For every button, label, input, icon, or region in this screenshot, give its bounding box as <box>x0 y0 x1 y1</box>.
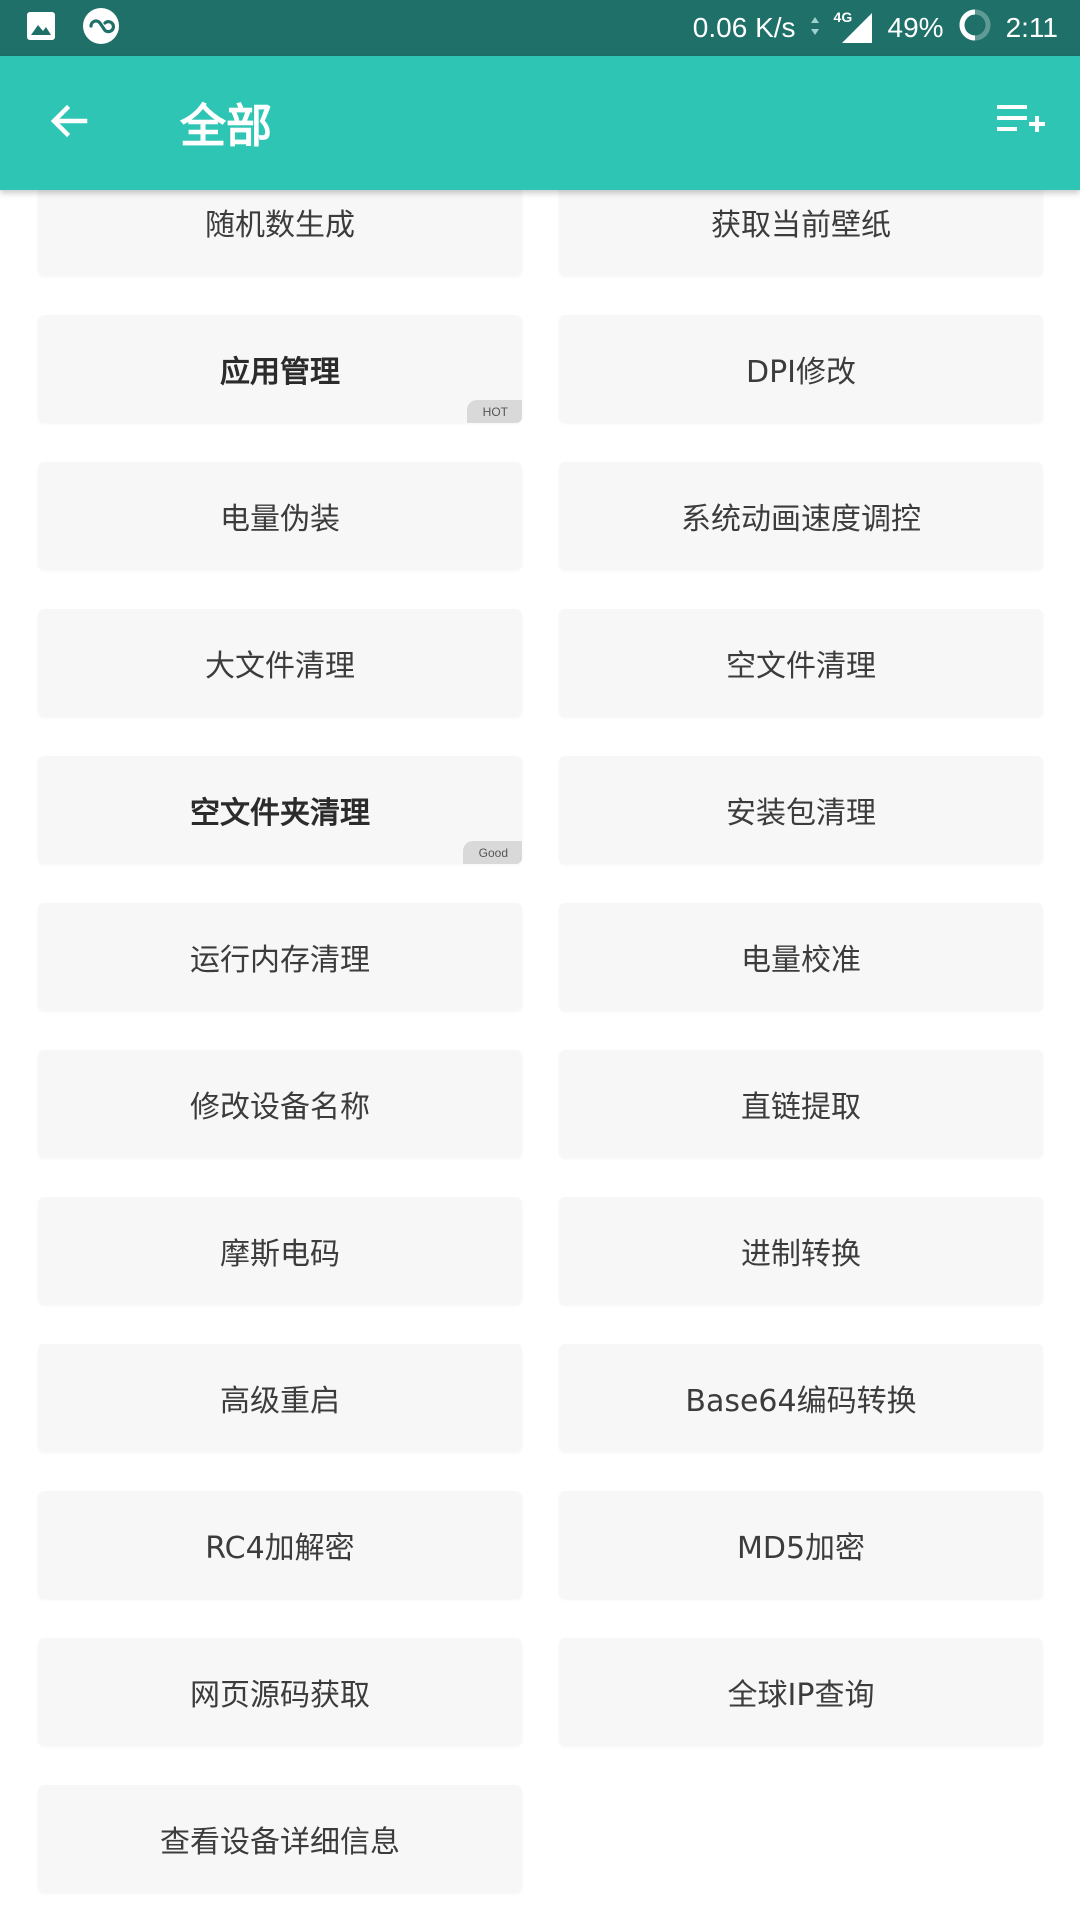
tool-card[interactable]: 空文件夹清理 Good <box>38 756 522 864</box>
battery-ring-icon <box>958 8 992 49</box>
tool-card-label: MD5加密 <box>736 1531 866 1566</box>
add-list-button[interactable] <box>986 86 1056 156</box>
tool-card[interactable]: 高级重启 <box>38 1344 522 1452</box>
tool-card[interactable]: 查看设备详细信息 <box>38 1785 522 1893</box>
app-logo-icon <box>82 7 120 49</box>
signal-icon <box>841 13 872 43</box>
tool-card-label: 修改设备名称 <box>190 1090 370 1125</box>
tool-card-label: 运行内存清理 <box>190 943 370 978</box>
tool-card-label: Base64编码转换 <box>685 1384 917 1419</box>
tool-card-label: 高级重启 <box>220 1384 340 1419</box>
page-title: 全部 <box>180 99 272 153</box>
tool-card[interactable]: Base64编码转换 <box>559 1344 1043 1452</box>
tool-card-label: 空文件清理 <box>726 649 876 684</box>
tool-card[interactable]: 安装包清理 <box>559 756 1043 864</box>
tool-card-label: DPI修改 <box>745 355 857 390</box>
network-speed: 0.06 K/s <box>692 12 796 43</box>
tool-badge: HOT <box>466 400 522 423</box>
app-toolbar: 全部 <box>0 56 1080 190</box>
tool-card-label: 电量伪装 <box>220 502 340 537</box>
data-arrows-icon <box>810 12 820 44</box>
status-bar-left <box>26 0 120 56</box>
tool-card[interactable]: 获取当前壁纸 <box>559 190 1043 276</box>
battery-percent: 49% <box>887 12 944 43</box>
arrow-left-icon <box>50 104 88 138</box>
tool-card-label: 安装包清理 <box>726 796 876 831</box>
tool-badge: Good <box>462 841 522 864</box>
tool-card[interactable]: 电量校准 <box>559 903 1043 1011</box>
tool-card[interactable]: 网页源码获取 <box>38 1638 522 1746</box>
image-icon <box>26 11 56 45</box>
tool-card-label: 大文件清理 <box>205 649 355 684</box>
signal-indicator: 4G <box>834 9 874 45</box>
playlist-add-icon <box>997 105 1045 132</box>
tool-card[interactable]: 系统动画速度调控 <box>559 462 1043 570</box>
tool-list[interactable]: 随机数生成 获取当前壁纸应用管理 HOT DPI修改电量伪装 系统动画速度调控大文件清理… <box>0 190 1080 1920</box>
tool-card-label: 应用管理 <box>220 355 340 390</box>
tool-card-label: 全球IP查询 <box>727 1678 875 1713</box>
tool-card[interactable]: 直链提取 <box>559 1050 1043 1158</box>
tool-card-label: 摩斯电码 <box>220 1237 340 1272</box>
tool-card[interactable]: DPI修改 <box>559 315 1043 423</box>
clock: 2:11 <box>1005 12 1058 43</box>
tool-card[interactable]: 全球IP查询 <box>559 1638 1043 1746</box>
tool-card-label: 系统动画速度调控 <box>681 502 921 537</box>
tool-card-label: 进制转换 <box>741 1237 861 1272</box>
tool-card[interactable]: 进制转换 <box>559 1197 1043 1305</box>
tool-card[interactable]: 运行内存清理 <box>38 903 522 1011</box>
tool-card[interactable]: 应用管理 HOT <box>38 315 522 423</box>
tool-card-label: RC4加解密 <box>205 1531 355 1566</box>
tool-card-label: 查看设备详细信息 <box>160 1825 400 1860</box>
back-button[interactable] <box>34 86 104 156</box>
tool-card-label: 直链提取 <box>741 1090 861 1125</box>
tool-card[interactable]: MD5加密 <box>559 1491 1043 1599</box>
tool-card[interactable]: 电量伪装 <box>38 462 522 570</box>
tool-card[interactable]: 空文件清理 <box>559 609 1043 717</box>
tool-card-label: 空文件夹清理 <box>190 796 370 831</box>
tool-card-label: 网页源码获取 <box>190 1678 370 1713</box>
status-bar: 0.06 K/s 4G 49% 2:11 <box>0 0 1080 56</box>
tool-card-label: 获取当前壁纸 <box>711 208 891 243</box>
status-bar-right: 0.06 K/s 4G 49% 2:11 <box>693 0 1058 56</box>
tool-card[interactable]: 修改设备名称 <box>38 1050 522 1158</box>
tool-card-label: 电量校准 <box>741 943 861 978</box>
tool-card[interactable]: RC4加解密 <box>38 1491 522 1599</box>
tool-card[interactable]: 大文件清理 <box>38 609 522 717</box>
tool-card[interactable]: 摩斯电码 <box>38 1197 522 1305</box>
tool-card-label: 随机数生成 <box>205 208 355 243</box>
tool-card[interactable]: 随机数生成 <box>38 190 522 276</box>
